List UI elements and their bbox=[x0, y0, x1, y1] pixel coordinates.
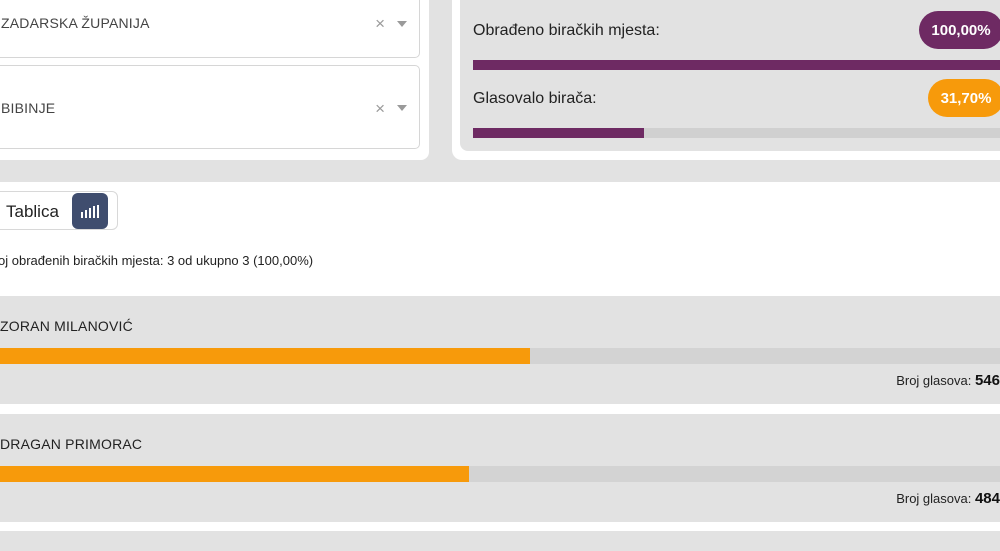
municipality-select-value: BIBINJE bbox=[1, 100, 56, 116]
candidate-votes: Broj glasova: 546 bbox=[896, 372, 1000, 389]
municipality-select[interactable]: BIBINJE × bbox=[0, 65, 420, 149]
votes-label: Broj glasova: bbox=[896, 373, 975, 388]
turnout-badge: 31,70% bbox=[928, 79, 1000, 117]
candidate-row: ZORAN MILANOVIĆ Broj glasova: 546 bbox=[0, 296, 1000, 404]
turnout-progress-bar bbox=[473, 128, 1000, 138]
candidate-row: DRAGAN PRIMORAC Broj glasova: 484 bbox=[0, 414, 1000, 522]
candidate-vote-fill bbox=[0, 348, 530, 364]
candidate-vote-bar bbox=[0, 348, 1000, 364]
processed-progress-bar bbox=[473, 60, 1000, 70]
candidate-vote-bar bbox=[0, 466, 1000, 482]
chevron-down-icon[interactable] bbox=[397, 105, 407, 111]
candidate-name: DRAGAN PRIMORAC bbox=[0, 436, 143, 452]
chevron-down-icon[interactable] bbox=[397, 21, 407, 27]
turnout-label: Glasovalo birača: bbox=[473, 90, 597, 107]
table-view-button[interactable]: Tablica bbox=[6, 202, 59, 222]
processed-progress-fill bbox=[473, 60, 1000, 70]
county-select[interactable]: ZADARSKA ŽUPANIJA × bbox=[0, 0, 420, 58]
candidate-votes: Broj glasova: 484 bbox=[896, 490, 1000, 507]
candidate-row bbox=[0, 531, 1000, 551]
processed-badge: 100,00% bbox=[919, 11, 1000, 49]
votes-label: Broj glasova: bbox=[896, 491, 975, 506]
candidate-name: ZORAN MILANOVIĆ bbox=[0, 318, 133, 334]
view-toggle: Tablica bbox=[0, 191, 118, 230]
turnout-progress-fill bbox=[473, 128, 645, 138]
processed-summary: oj obrađenih biračkih mjesta: 3 od ukupn… bbox=[0, 253, 314, 268]
clear-municipality-icon[interactable]: × bbox=[375, 100, 385, 117]
clear-county-icon[interactable]: × bbox=[375, 15, 385, 32]
votes-count: 546 bbox=[974, 372, 1000, 389]
votes-count: 484 bbox=[974, 490, 1000, 507]
bar-chart-icon[interactable] bbox=[72, 193, 108, 229]
processed-label: Obrađeno biračkih mjesta: bbox=[473, 22, 660, 39]
candidate-vote-fill bbox=[0, 466, 469, 482]
county-select-value: ZADARSKA ŽUPANIJA bbox=[1, 15, 150, 31]
